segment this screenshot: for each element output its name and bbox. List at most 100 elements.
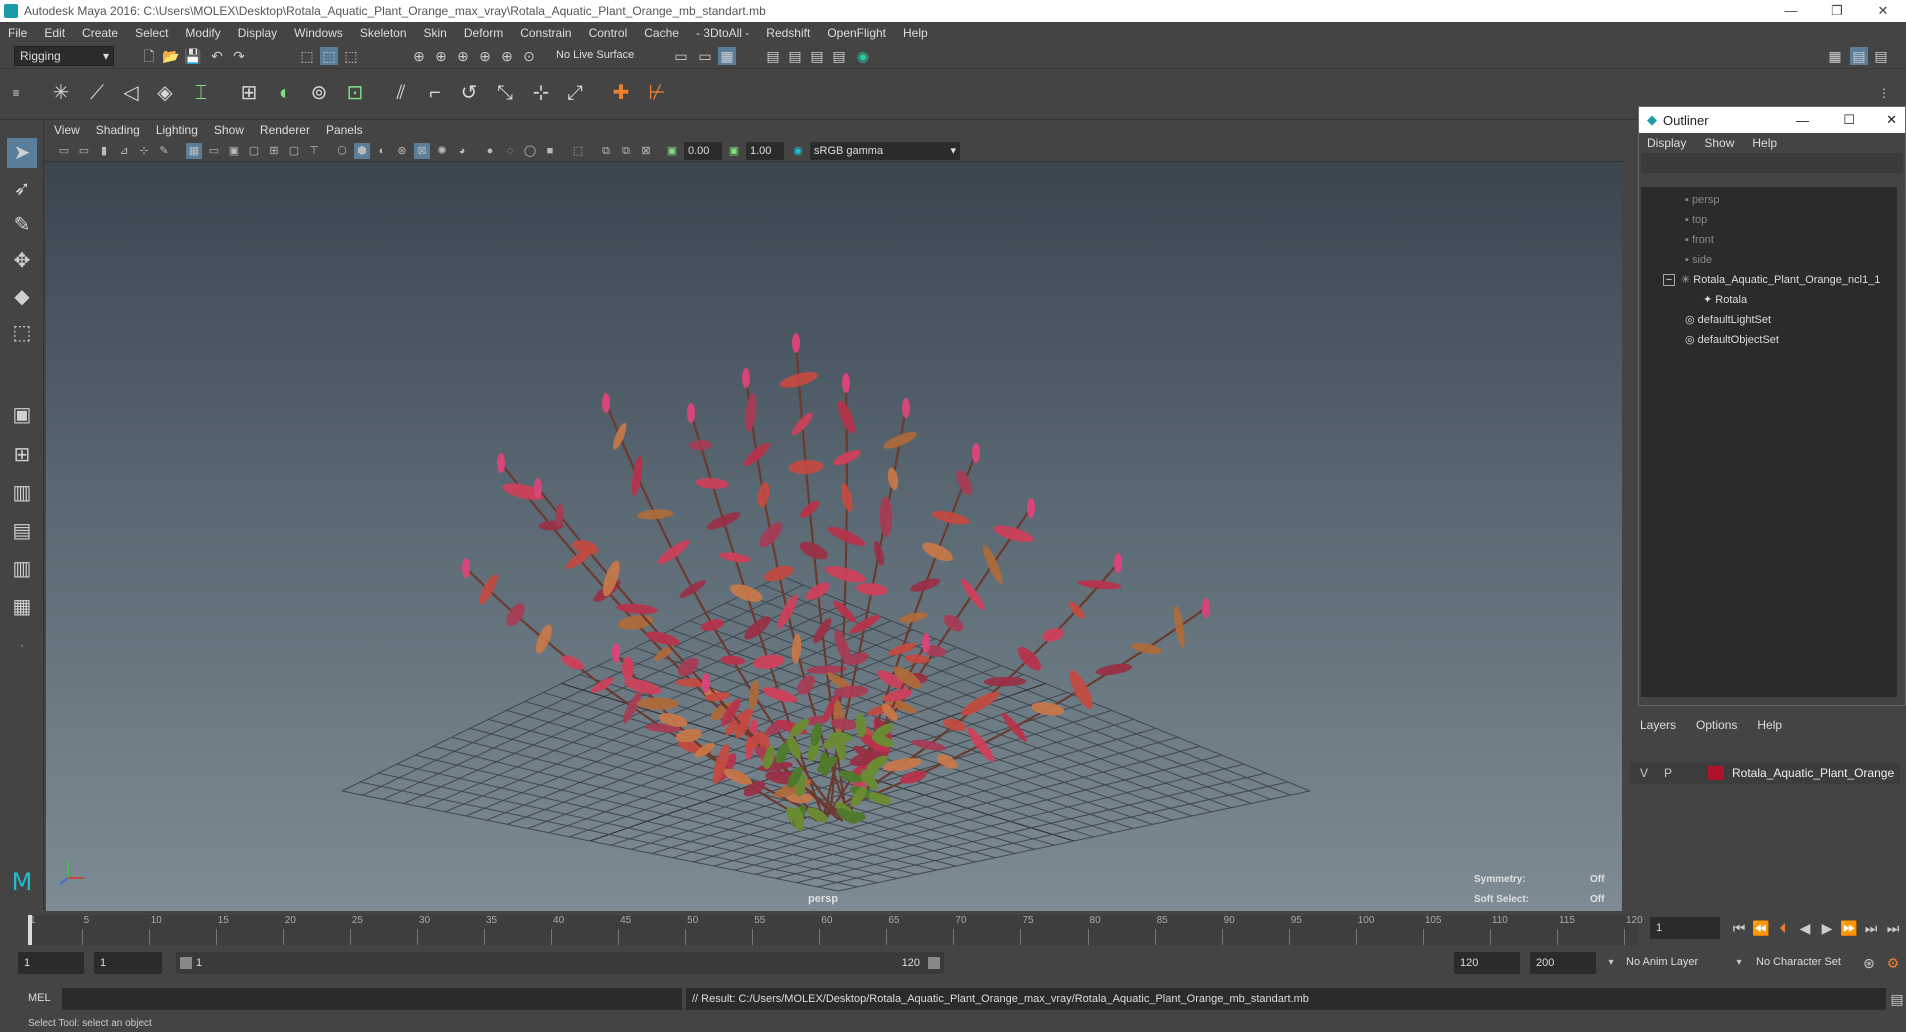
stacked-pane-icon[interactable]: ▤ (7, 516, 37, 546)
script-language-toggle[interactable]: MEL (28, 992, 51, 1004)
time-slider[interactable]: 1 5 10 15 20 25 30 35 40 45 50 55 60 65 70 75 80 85 90 95 10… (0, 911, 1906, 947)
layer-menu-help[interactable]: Help (1757, 718, 1782, 732)
point-constraint-icon[interactable]: ⫽ (386, 78, 416, 108)
motion-blur-icon[interactable]: ◌ (502, 143, 518, 159)
snap-point-icon[interactable]: ⊕ (454, 47, 472, 65)
time-slider-track[interactable]: 1 5 10 15 20 25 30 35 40 45 50 55 60 65 70 75 80 85 90 95 10… (28, 915, 1643, 945)
list-item[interactable]: ▪ front (1685, 231, 1714, 249)
outliner-pane-icon[interactable]: ▦ (7, 592, 37, 622)
two-d-pan-icon[interactable]: ⊹ (136, 143, 152, 159)
panel-menu-view[interactable]: View (54, 123, 80, 137)
outliner-menu-help[interactable]: Help (1752, 136, 1777, 150)
safe-title-icon[interactable]: ⊤ (306, 143, 322, 159)
range-start-handle[interactable] (180, 957, 192, 969)
open-scene-icon[interactable]: 📂 (162, 47, 180, 65)
menu-cache[interactable]: Cache (644, 26, 679, 40)
range-slider-bar[interactable]: 1 120 (176, 952, 944, 974)
render-view-icon[interactable]: ▦ (718, 47, 736, 65)
gamma-field[interactable]: 1.00 (746, 142, 784, 160)
command-input[interactable] (62, 988, 682, 1010)
menu-constrain[interactable]: Constrain (520, 26, 571, 40)
list-item[interactable]: ◎ defaultObjectSet (1685, 331, 1779, 349)
perspective-viewport[interactable] (46, 163, 1622, 911)
step-back-icon[interactable]: ⏪ (1752, 919, 1770, 937)
shelf-menu-icon[interactable]: ≡ (6, 78, 26, 108)
render-settings-icon[interactable]: ▤ (808, 47, 826, 65)
list-item[interactable]: − ✳ Rotala_Aquatic_Plant_Orange_ncl1_1 (1663, 271, 1880, 289)
menu-control[interactable]: Control (589, 26, 628, 40)
ipr-render-icon[interactable]: ▤ (786, 47, 804, 65)
outliner-tree[interactable]: ▪ persp ▪ top ▪ front ▪ side − ✳ Rotala_A… (1641, 187, 1897, 697)
wrap-icon[interactable]: ⊚ (304, 78, 334, 108)
use-all-lights-icon[interactable]: ✺ (434, 143, 450, 159)
list-item[interactable]: ▪ persp (1685, 191, 1720, 209)
panel-menu-show[interactable]: Show (214, 123, 244, 137)
play-forward-icon[interactable]: ▶ (1818, 919, 1836, 937)
menu-file[interactable]: File (8, 26, 27, 40)
select-object-icon[interactable]: ⬚ (320, 47, 338, 65)
outliner-menu-show[interactable]: Show (1704, 136, 1734, 150)
menu-openflight[interactable]: OpenFlight (827, 26, 886, 40)
panel-menu-shading[interactable]: Shading (96, 123, 140, 137)
locator-icon[interactable]: ✚ (606, 78, 636, 108)
auto-key-icon[interactable]: ⊛ (1860, 954, 1878, 972)
scale-constraint-icon[interactable]: ⤡ (490, 78, 520, 108)
shelf-scroll-icon[interactable]: ⋮ (1874, 78, 1894, 108)
start-time-field[interactable]: 1 (18, 952, 84, 974)
go-to-start-icon[interactable]: ⏮ (1730, 919, 1748, 937)
color-management-icon[interactable]: ◉ (790, 143, 806, 159)
four-pane-icon[interactable]: ⊞ (7, 440, 37, 470)
menu-help[interactable]: Help (903, 26, 928, 40)
list-item[interactable]: ✦ Rotala (1703, 291, 1747, 309)
menu-create[interactable]: Create (82, 26, 118, 40)
image-plane-icon[interactable]: ⊿ (116, 143, 132, 159)
panel-menu-lighting[interactable]: Lighting (156, 123, 198, 137)
pole-vector-icon[interactable]: ⤢ (560, 78, 590, 108)
view-transform-dropdown[interactable]: sRGB gamma ▾ (810, 142, 960, 160)
restore-button[interactable]: ❐ (1814, 0, 1860, 22)
undo-icon[interactable]: ↶ (208, 47, 226, 65)
list-item[interactable]: ◎ defaultLightSet (1685, 311, 1771, 329)
minimize-button[interactable]: — (1796, 113, 1809, 128)
playback-end-field[interactable]: 120 (1454, 952, 1520, 974)
bind-skin-icon[interactable]: ⌶ (186, 78, 216, 108)
menu-windows[interactable]: Windows (294, 26, 343, 40)
layer-menu-options[interactable]: Options (1696, 718, 1737, 732)
insert-joint-icon[interactable]: ◈ (150, 78, 180, 108)
ik-handle-icon[interactable]: ⟋ (82, 78, 112, 108)
blendshape-icon[interactable]: ⊡ (340, 78, 370, 108)
workspace-icon[interactable]: ▦ (1826, 47, 1844, 65)
layout-menu-icon[interactable]: · (7, 630, 37, 660)
three-pane-icon[interactable]: ▥ (7, 554, 37, 584)
menu-modify[interactable]: Modify (185, 26, 220, 40)
menu-set-dropdown[interactable]: Rigging ▾ (14, 46, 114, 66)
chevron-down-icon[interactable]: ▾ (1730, 954, 1748, 972)
gate-mask-icon[interactable]: ▢ (246, 143, 262, 159)
playback-start-field[interactable]: 1 (94, 952, 162, 974)
depth-of-field-icon[interactable]: ■ (542, 143, 558, 159)
menu-deform[interactable]: Deform (464, 26, 503, 40)
list-item[interactable]: ▪ top (1685, 211, 1707, 229)
menu-3dtoall[interactable]: - 3DtoAll - (696, 26, 749, 40)
cluster-icon[interactable]: ◐ (270, 78, 300, 108)
field-chart-icon[interactable]: ⊞ (266, 143, 282, 159)
maximize-button[interactable]: ☐ (1843, 112, 1855, 128)
close-button[interactable]: ✕ (1886, 112, 1897, 128)
construction-history-icon[interactable]: ▭ (696, 47, 714, 65)
redo-icon[interactable]: ↷ (230, 47, 248, 65)
xray-icon[interactable]: ⧉ (598, 143, 614, 159)
menu-display[interactable]: Display (238, 26, 277, 40)
menu-skin[interactable]: Skin (424, 26, 447, 40)
step-forward-end-icon[interactable]: ⏭ (1884, 919, 1902, 937)
shadows-icon[interactable]: ◕ (454, 143, 470, 159)
isolate-select-icon[interactable]: ⬚ (570, 143, 586, 159)
bookmark-icon[interactable]: ▮ (96, 143, 112, 159)
range-end-handle[interactable] (928, 957, 940, 969)
close-button[interactable]: ✕ (1860, 0, 1906, 22)
current-frame-field[interactable]: 1 (1650, 917, 1720, 939)
default-material-icon[interactable]: ◐ (374, 143, 390, 159)
select-component-icon[interactable]: ⬚ (342, 47, 360, 65)
gamma-icon[interactable]: ▣ (726, 143, 742, 159)
preferences-icon[interactable]: ⚙ (1884, 954, 1902, 972)
scale-tool-icon[interactable]: ⬚ (7, 318, 37, 348)
